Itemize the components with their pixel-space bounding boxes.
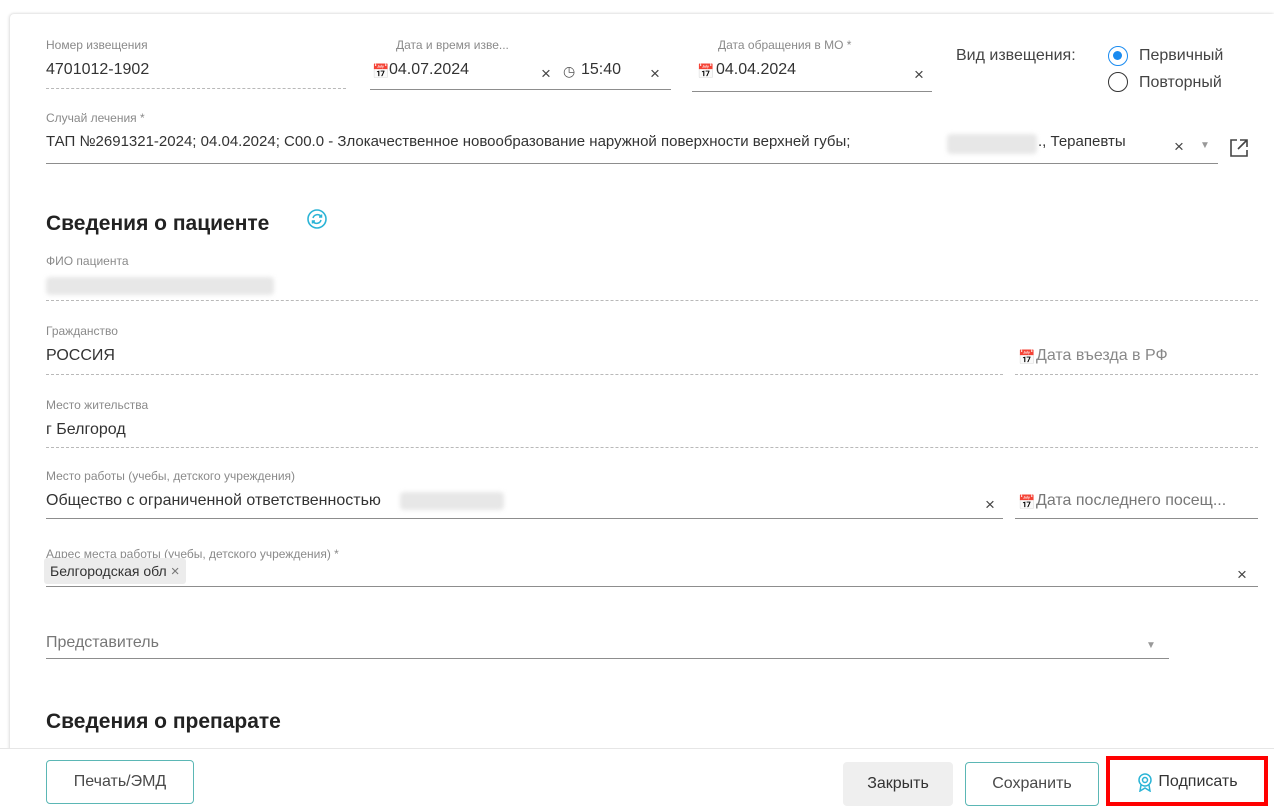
- redacted-patient-name: [46, 277, 274, 295]
- last-visit-date-underline: [1015, 518, 1258, 519]
- radio-repeat-label[interactable]: Повторный: [1139, 74, 1222, 92]
- chevron-down-icon[interactable]: ▼: [1200, 141, 1210, 151]
- radio-primary[interactable]: [1108, 46, 1128, 66]
- clear-visit-date-icon[interactable]: ×: [914, 66, 924, 83]
- treatment-case-label: Случай лечения *: [46, 111, 145, 125]
- patient-fio-underline: [46, 300, 1258, 301]
- work-address-chip-label: Белгородская обл: [50, 563, 167, 579]
- notice-time-value[interactable]: 15:40: [581, 61, 621, 79]
- citizenship-value[interactable]: РОССИЯ: [46, 347, 115, 365]
- notice-form-card: [10, 14, 1274, 754]
- sign-highlight-frame: [1106, 756, 1268, 806]
- treatment-case-doctor[interactable]: ., Терапевты: [1038, 133, 1126, 150]
- patient-section-title: Сведения о пациенте: [46, 212, 270, 235]
- notice-date-value[interactable]: 04.07.2024: [389, 61, 469, 79]
- workplace-underline: [46, 518, 1003, 519]
- clear-date-icon[interactable]: ×: [541, 65, 551, 82]
- entry-date-underline: [1015, 374, 1258, 375]
- workplace-label: Место работы (учебы, детского учреждения…: [46, 469, 296, 483]
- visit-date-value[interactable]: 04.04.2024: [716, 61, 796, 79]
- workplace-value[interactable]: Общество с ограниченной ответственностью: [46, 492, 381, 510]
- entry-date-field[interactable]: Дата въезда в РФ: [1036, 347, 1168, 365]
- radio-primary-label[interactable]: Первичный: [1139, 47, 1223, 65]
- radio-repeat[interactable]: [1108, 72, 1128, 92]
- residence-label: Место жительства: [46, 398, 149, 412]
- save-button[interactable]: Сохранить: [965, 762, 1099, 806]
- representative-field[interactable]: Представитель: [46, 634, 159, 652]
- calendar-icon[interactable]: 📅: [1018, 495, 1035, 509]
- drug-section-title: Сведения о препарате: [46, 710, 281, 733]
- clear-case-icon[interactable]: ×: [1174, 138, 1184, 155]
- residence-value[interactable]: г Белгород: [46, 421, 126, 439]
- refresh-icon[interactable]: [306, 208, 328, 230]
- print-emd-button[interactable]: Печать/ЭМД: [46, 760, 194, 804]
- treatment-case-underline: [46, 163, 1218, 164]
- visit-date-label: Дата обращения в МО *: [718, 38, 852, 52]
- open-external-icon[interactable]: [1227, 136, 1251, 160]
- notice-type-label: Вид извещения:: [956, 47, 1076, 64]
- notice-number-value[interactable]: 4701012-1902: [46, 61, 149, 79]
- calendar-icon[interactable]: 📅: [372, 64, 389, 78]
- calendar-icon[interactable]: 📅: [697, 64, 714, 78]
- close-button[interactable]: Закрыть: [843, 762, 953, 806]
- clock-icon[interactable]: ◷: [563, 64, 575, 78]
- redacted-company-name: [400, 492, 504, 510]
- chevron-down-icon[interactable]: ▼: [1146, 641, 1156, 651]
- residence-underline: [46, 447, 1258, 448]
- citizenship-underline: [46, 374, 1003, 375]
- clear-workplace-icon[interactable]: ×: [985, 496, 995, 513]
- redacted-doctor-name: [947, 134, 1037, 154]
- notice-datetime-label: Дата и время изве...: [396, 38, 509, 52]
- clear-time-icon[interactable]: ×: [650, 65, 660, 82]
- notice-number-underline: [46, 88, 346, 89]
- calendar-icon[interactable]: 📅: [1018, 350, 1035, 364]
- notice-datetime-underline: [370, 89, 671, 90]
- last-visit-date-field[interactable]: Дата последнего посещ...: [1036, 492, 1226, 510]
- patient-fio-label: ФИО пациента: [46, 254, 129, 268]
- citizenship-label: Гражданство: [46, 324, 118, 338]
- visit-date-underline: [692, 91, 932, 92]
- clear-work-address-icon[interactable]: ×: [1237, 566, 1247, 583]
- work-address-chip[interactable]: Белгородская обл ×: [44, 558, 186, 584]
- representative-underline: [46, 658, 1169, 659]
- remove-chip-icon[interactable]: ×: [171, 563, 180, 580]
- work-address-underline: [46, 586, 1258, 587]
- treatment-case-value[interactable]: ТАП №2691321-2024; 04.04.2024; C00.0 - З…: [46, 133, 850, 150]
- notice-number-label: Номер извещения: [46, 38, 148, 52]
